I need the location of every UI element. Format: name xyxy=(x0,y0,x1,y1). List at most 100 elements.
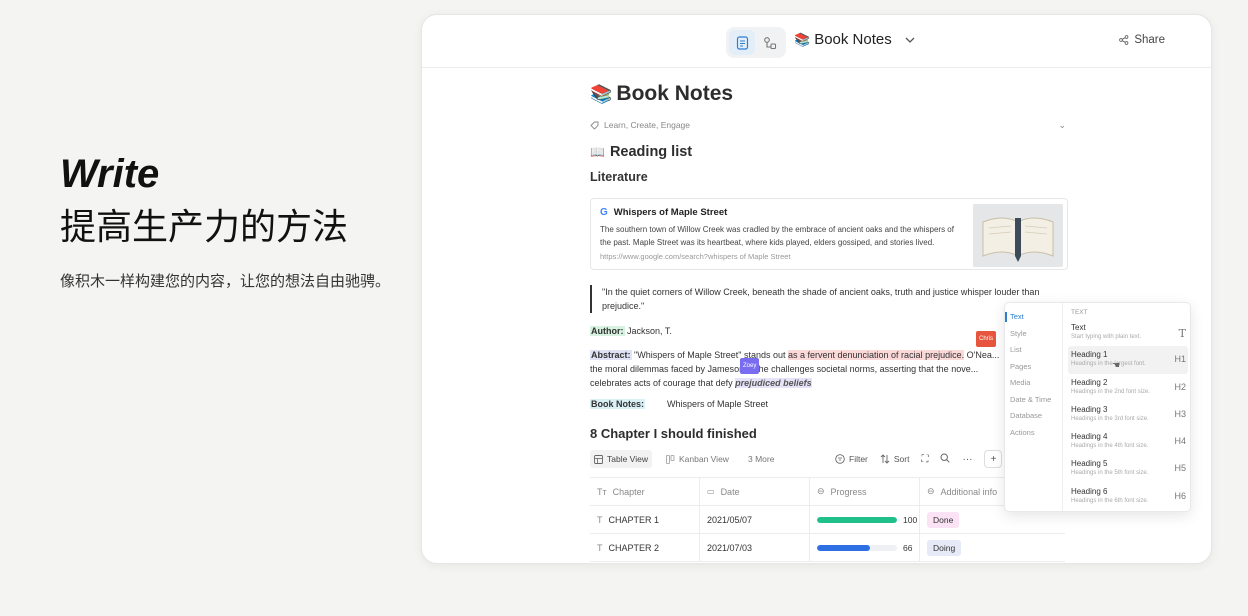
menu-category-list[interactable]: List xyxy=(1005,342,1062,359)
menu-category-pages[interactable]: Pages xyxy=(1005,359,1062,376)
tab-label: Kanban View xyxy=(679,454,729,464)
share-label: Share xyxy=(1134,34,1165,46)
menu-category-text[interactable]: Text xyxy=(1005,309,1062,326)
menu-item-heading-3[interactable]: Heading 3 Headings in the 3rd font size.… xyxy=(1068,401,1188,428)
quote-block[interactable]: "In the quiet corners of Willow Creek, b… xyxy=(590,285,1068,313)
status-badge: Doing xyxy=(927,539,962,556)
table-row[interactable]: T CHAPTER 1 2021/05/07 100 Done xyxy=(590,506,1065,534)
author-value: Jackson, T. xyxy=(624,326,672,336)
bookmark-card[interactable]: G Whispers of Maple Street The southern … xyxy=(590,198,1068,270)
menu-category-actions[interactable]: Actions xyxy=(1005,425,1062,442)
page-mode-button[interactable] xyxy=(729,30,755,55)
menu-section-header: TEXT xyxy=(1071,309,1088,316)
document-icon xyxy=(736,35,748,50)
page-title[interactable]: 📚 Book Notes xyxy=(590,82,1110,106)
cell-status[interactable]: Doing xyxy=(920,534,1065,561)
column-header-label: Chapter xyxy=(612,486,645,497)
books-icon: 📚 xyxy=(590,83,613,104)
table-row[interactable]: T CHAPTER 2 2021/07/03 66 Doing xyxy=(590,534,1065,562)
page-meta-text: Learn, Create, Engage xyxy=(604,120,691,130)
expand-icon[interactable]: ⛶ xyxy=(921,454,928,465)
filter-button[interactable]: Filter xyxy=(835,454,868,464)
tab-table-view[interactable]: Table View xyxy=(590,450,652,468)
menu-item-title: Heading 1 xyxy=(1071,350,1108,360)
column-header-label: Additional info xyxy=(940,486,998,497)
column-header-label: Date xyxy=(720,486,740,497)
text-type-icon: T xyxy=(597,514,603,525)
doc-title-dropdown[interactable]: 📚 Book Notes xyxy=(794,31,918,48)
menu-item-heading-6[interactable]: Heading 6 Headings in the 6th font size.… xyxy=(1068,483,1188,510)
abstract-highlight-red: as a fervent denunciation of racial prej… xyxy=(787,350,965,360)
google-icon: G xyxy=(600,207,608,218)
status-badge: Done xyxy=(927,511,960,528)
menu-item-title: Heading 2 xyxy=(1071,377,1108,387)
heading-reading-list[interactable]: 📖 Reading list xyxy=(590,144,1110,160)
share-button[interactable]: Share xyxy=(1119,34,1165,46)
collaborator-cursor-zoey: Zoey xyxy=(740,358,760,374)
tab-kanban-view[interactable]: Kanban View xyxy=(662,450,733,468)
open-book-image xyxy=(973,204,1063,267)
menu-category-media[interactable]: Media xyxy=(1005,375,1062,392)
menu-category-style[interactable]: Style xyxy=(1005,326,1062,343)
search-icon[interactable] xyxy=(940,453,951,465)
cell-progress[interactable]: 100 xyxy=(810,506,920,533)
menu-item-desc: Headings in the 2nd font size. xyxy=(1071,388,1151,395)
column-header-chapter[interactable]: Tт Chapter xyxy=(590,478,700,505)
cell-date[interactable]: 2021/07/03 xyxy=(700,534,810,561)
abstract-highlight-purple: prejudiced beliefs xyxy=(735,378,812,388)
heading-literature[interactable]: Literature xyxy=(590,170,1110,184)
menu-item-heading-4[interactable]: Heading 4 Headings in the 4th font size.… xyxy=(1068,428,1188,455)
database-tools: Filter Sort ⛶ ··· + xyxy=(835,450,1003,468)
column-header-date[interactable]: ▭ Date xyxy=(700,478,810,505)
page-meta-row[interactable]: Learn, Create, Engage ⌄ xyxy=(590,120,1066,130)
cell-chapter-text: CHAPTER 1 xyxy=(608,514,660,525)
bookmark-url[interactable]: https://www.google.com/search?whispers o… xyxy=(600,252,791,261)
menu-item-title: Heading 5 xyxy=(1071,459,1108,469)
edgeless-mode-button[interactable] xyxy=(757,30,783,55)
bookmark-description: The southern town of Willow Creek was cr… xyxy=(600,225,954,247)
cell-chapter[interactable]: T CHAPTER 1 xyxy=(590,506,700,533)
menu-item-shortcut: H1 xyxy=(1174,354,1186,365)
menu-item-title: Text xyxy=(1071,323,1086,332)
cell-date[interactable]: 2021/05/07 xyxy=(700,506,810,533)
text-type-icon: T xyxy=(597,542,603,553)
add-view-button[interactable]: + xyxy=(984,450,1003,468)
bookmark-title-text: Whispers of Maple Street xyxy=(613,207,728,218)
menu-item-heading-5[interactable]: Heading 5 Headings in the 5th font size.… xyxy=(1068,455,1188,482)
column-header-progress[interactable]: ⊖ Progress xyxy=(810,478,920,505)
filter-icon xyxy=(835,454,845,464)
doc-title-label: Book Notes xyxy=(814,31,892,48)
menu-category-date-time[interactable]: Date & Time xyxy=(1005,392,1062,409)
cell-chapter[interactable]: T CHAPTER 2 xyxy=(590,534,700,561)
menu-item-desc: Headings in the 6th font size. xyxy=(1071,497,1149,504)
mode-switcher xyxy=(726,27,786,58)
kanban-icon xyxy=(666,454,675,464)
hand-cursor-icon: ☚ xyxy=(1112,360,1121,371)
menu-item-heading-2[interactable]: Heading 2 Headings in the 2nd font size.… xyxy=(1068,374,1188,401)
sort-button[interactable]: Sort xyxy=(880,454,909,464)
top-bar: 📚 Book Notes Share xyxy=(422,15,1211,68)
menu-item-title: Heading 6 xyxy=(1071,486,1108,496)
date-type-icon: ▭ xyxy=(707,487,715,496)
chevron-down-icon[interactable]: ⌄ xyxy=(1058,120,1066,131)
menu-categories: Text Style List Pages Media Date & Time … xyxy=(1005,303,1063,511)
progress-fill xyxy=(817,516,897,523)
menu-item-desc: Headings in the 5th font size. xyxy=(1071,470,1149,477)
menu-category-database[interactable]: Database xyxy=(1005,408,1062,425)
menu-item-text[interactable]: Text Start typing with plain text. T xyxy=(1068,319,1188,346)
abstract-part-1: "Whispers of Maple Street" stands out xyxy=(631,350,788,360)
progress-value: 100 xyxy=(903,514,918,525)
menu-item-shortcut: T xyxy=(1178,327,1186,340)
menu-item-title: Heading 4 xyxy=(1071,432,1108,442)
collaborator-cursor-chris: Chris xyxy=(976,331,997,347)
menu-item-desc: Headings in the 3rd font size. xyxy=(1071,415,1149,422)
bookmark-title: G Whispers of Maple Street xyxy=(600,207,727,218)
text-type-icon: Tт xyxy=(597,486,607,497)
more-icon[interactable]: ··· xyxy=(962,454,972,465)
abstract-paragraph[interactable]: Abstract: "Whispers of Maple Street" sta… xyxy=(590,331,1010,390)
cell-progress[interactable]: 66 xyxy=(810,534,920,561)
progress-bar[interactable] xyxy=(817,544,897,551)
tab-more-views[interactable]: 3 More xyxy=(744,450,778,468)
menu-item-heading-1[interactable]: Heading 1 Headings in the largest font. … xyxy=(1068,346,1188,374)
progress-bar[interactable] xyxy=(817,516,897,523)
